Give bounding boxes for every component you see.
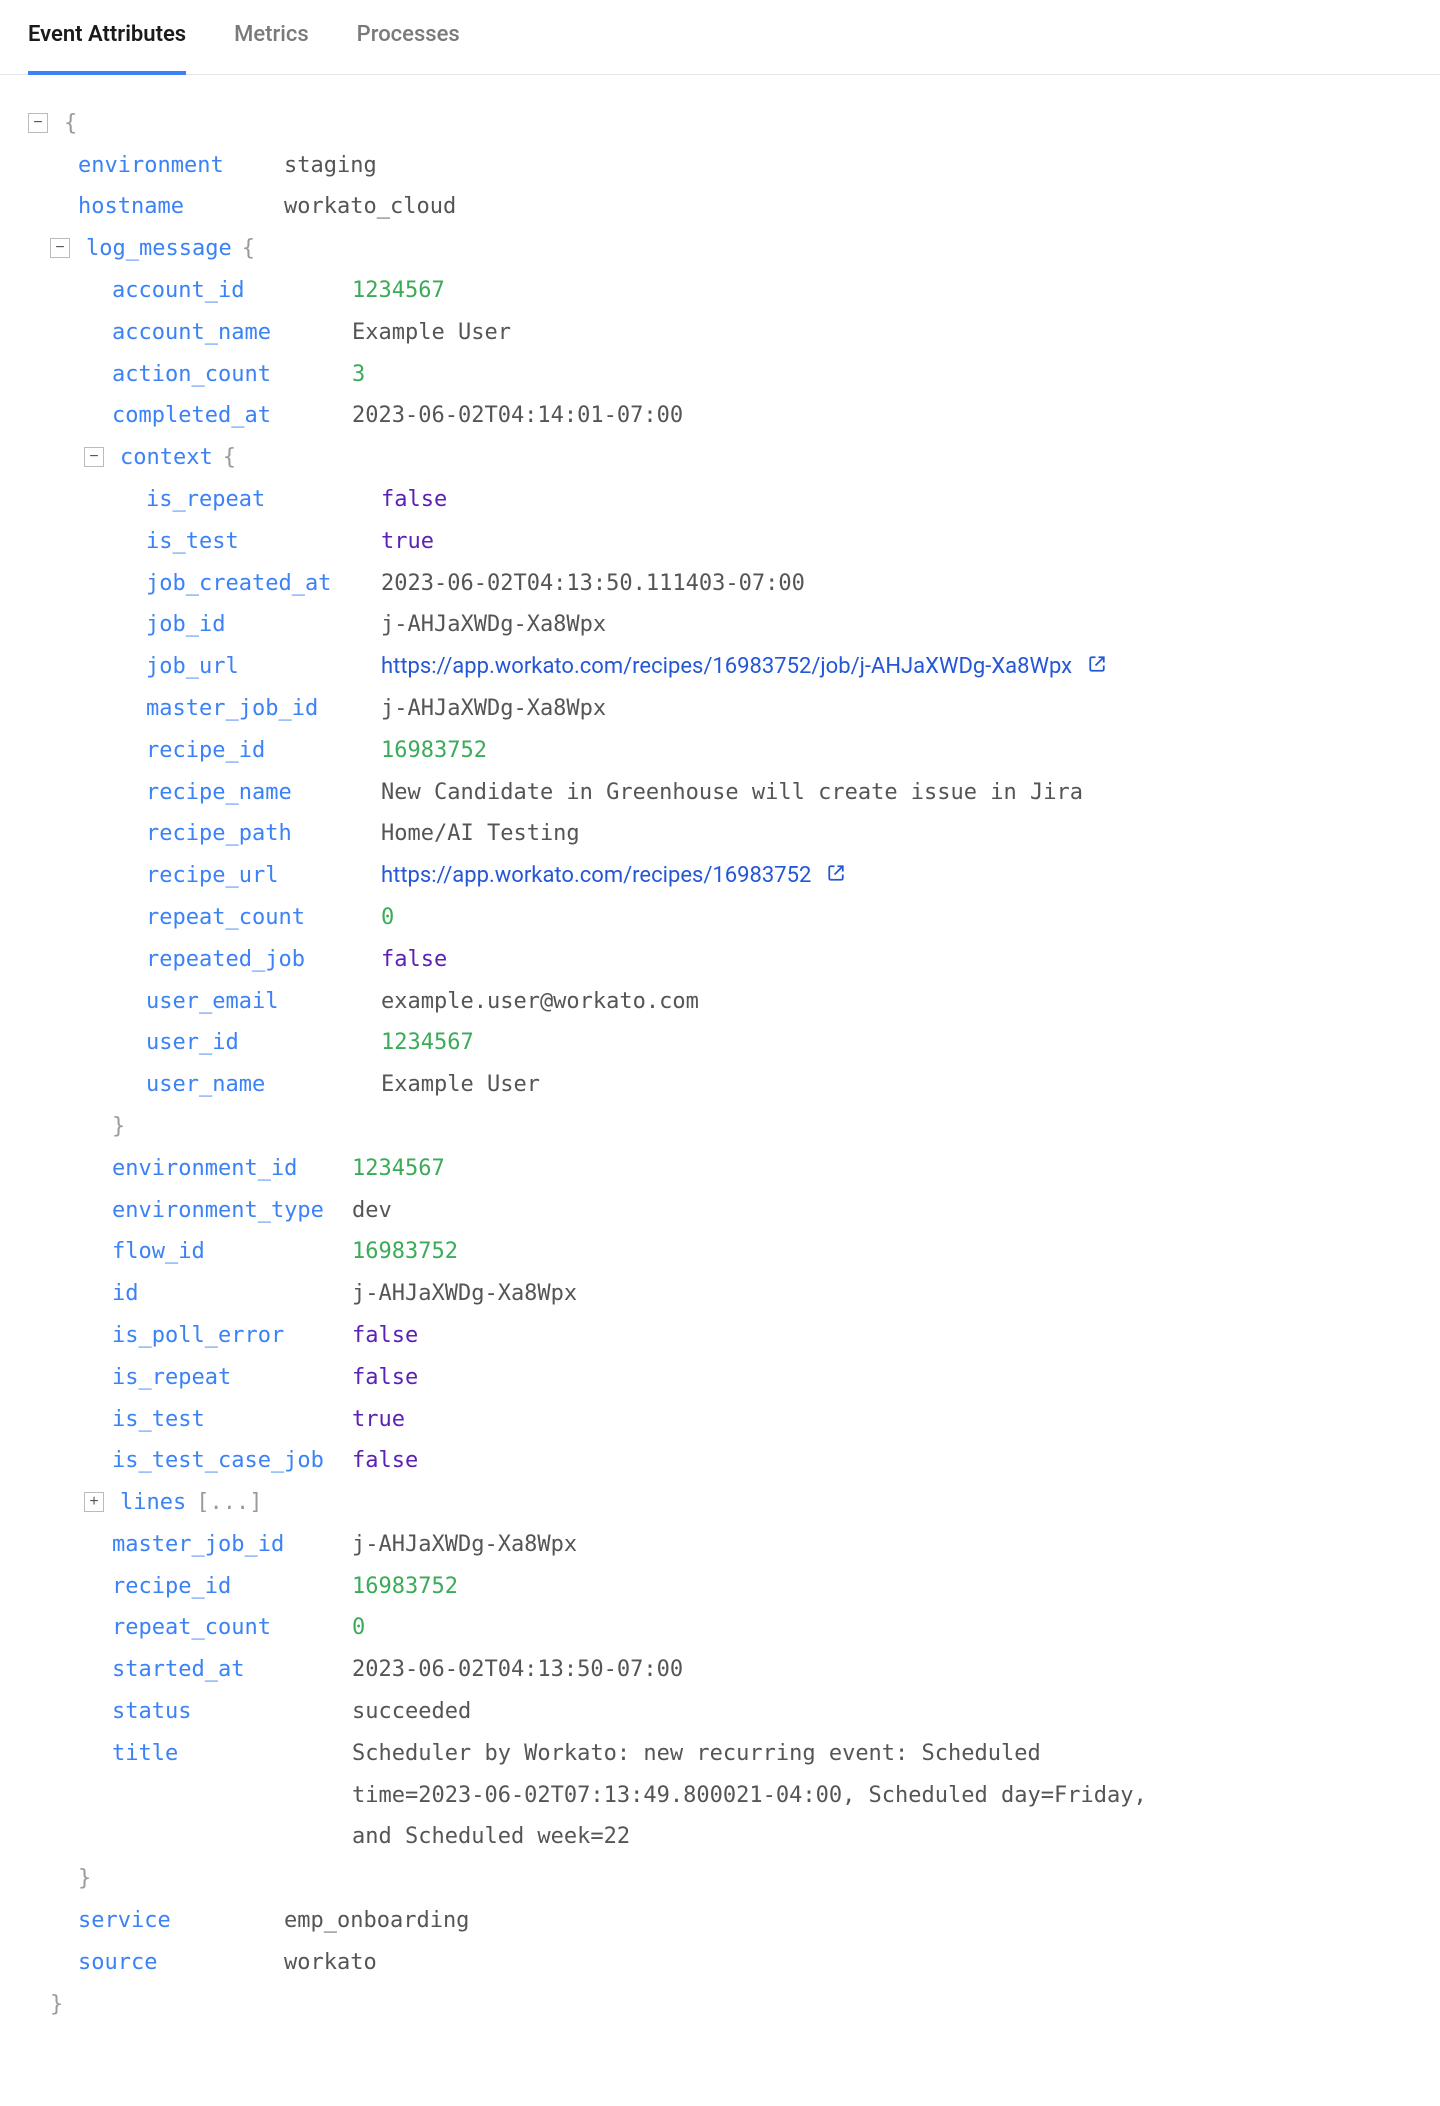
json-value[interactable]: Example User [381,1064,540,1106]
json-value[interactable]: 2023-06-02T04:13:50.111403-07:00 [381,563,805,605]
json-key[interactable]: is_repeat [112,1357,342,1399]
brace-open: { [242,228,255,270]
external-link-icon[interactable] [1088,646,1106,664]
json-value[interactable]: workato [284,1942,377,1984]
json-value[interactable]: Scheduler by Workato: new recurring even… [352,1733,1182,1858]
json-key[interactable]: lines [120,1482,186,1524]
collapse-icon[interactable]: − [50,238,70,258]
json-key[interactable]: account_name [112,312,342,354]
tab-metrics[interactable]: Metrics [234,0,309,74]
json-value[interactable]: true [381,521,434,563]
brace-close: } [112,1106,125,1148]
json-value[interactable]: staging [284,145,377,187]
json-key[interactable]: user_name [146,1064,371,1106]
json-key[interactable]: master_job_id [112,1524,342,1566]
json-key[interactable]: id [112,1273,342,1315]
json-key[interactable]: hostname [78,186,274,228]
json-value[interactable]: 2023-06-02T04:13:50-07:00 [352,1649,683,1691]
json-key[interactable]: recipe_path [146,813,371,855]
json-key[interactable]: is_test_case_job [112,1440,342,1482]
json-value[interactable]: 2023-06-02T04:14:01-07:00 [352,395,683,437]
json-value[interactable]: 16983752 [381,730,487,772]
json-key[interactable]: status [112,1691,342,1733]
json-value[interactable]: false [381,939,447,981]
json-key[interactable]: job_created_at [146,563,371,605]
recipe-url-link[interactable]: https://app.workato.com/recipes/16983752 [381,855,811,897]
json-value[interactable]: dev [352,1190,392,1232]
external-link-icon[interactable] [827,855,845,873]
json-value[interactable]: false [352,1357,418,1399]
json-key[interactable]: is_test [112,1399,342,1441]
json-key[interactable]: environment_type [112,1190,342,1232]
json-value[interactable]: workato_cloud [284,186,456,228]
brace-close: } [28,1984,63,2026]
json-key[interactable]: is_poll_error [112,1315,342,1357]
json-key[interactable]: repeated_job [146,939,371,981]
expand-icon[interactable]: + [84,1492,104,1512]
array-collapsed[interactable]: [...] [196,1482,262,1524]
brace-open: { [64,103,77,145]
json-key[interactable]: recipe_url [146,855,371,897]
json-value[interactable]: Example User [352,312,511,354]
json-key[interactable]: context [120,437,213,479]
json-key[interactable]: user_id [146,1022,371,1064]
json-value[interactable]: 1234567 [352,1148,445,1190]
json-key[interactable]: job_url [146,646,371,688]
json-key[interactable]: environment [78,145,274,187]
json-key[interactable]: is_test [146,521,371,563]
tabs-bar: Event Attributes Metrics Processes [0,0,1440,75]
json-key[interactable]: recipe_name [146,772,371,814]
tab-event-attributes[interactable]: Event Attributes [28,0,186,74]
json-key[interactable]: service [78,1900,274,1942]
json-value[interactable]: false [352,1440,418,1482]
job-url-link[interactable]: https://app.workato.com/recipes/16983752… [381,646,1072,688]
json-key[interactable]: repeat_count [112,1607,342,1649]
json-key[interactable]: user_email [146,981,371,1023]
collapse-icon[interactable]: − [28,113,48,133]
json-key[interactable]: completed_at [112,395,342,437]
json-value[interactable]: 16983752 [352,1231,458,1273]
json-value[interactable]: j-AHJaXWDg-Xa8Wpx [352,1273,577,1315]
collapse-icon[interactable]: − [84,447,104,467]
json-value[interactable]: false [381,479,447,521]
json-value[interactable]: true [352,1399,405,1441]
tab-processes[interactable]: Processes [357,0,460,74]
json-value[interactable]: 0 [381,897,394,939]
json-key[interactable]: action_count [112,354,342,396]
json-key[interactable]: title [112,1733,342,1775]
json-key[interactable]: is_repeat [146,479,371,521]
json-key[interactable]: started_at [112,1649,342,1691]
brace-close: } [78,1858,91,1900]
json-value[interactable]: j-AHJaXWDg-Xa8Wpx [352,1524,577,1566]
json-value[interactable]: 1234567 [381,1022,474,1064]
json-value[interactable]: emp_onboarding [284,1900,469,1942]
json-key[interactable]: recipe_id [146,730,371,772]
json-key[interactable]: master_job_id [146,688,371,730]
json-key[interactable]: recipe_id [112,1566,342,1608]
json-key[interactable]: account_id [112,270,342,312]
json-value[interactable]: false [352,1315,418,1357]
json-value[interactable]: 0 [352,1607,365,1649]
brace-open: { [223,437,236,479]
json-value[interactable]: 3 [352,354,365,396]
json-key[interactable]: log_message [86,228,232,270]
json-viewer: − { environment staging hostname workato… [0,75,1440,2066]
json-key[interactable]: source [78,1942,274,1984]
json-value[interactable]: Home/AI Testing [381,813,580,855]
json-key[interactable]: flow_id [112,1231,342,1273]
json-value[interactable]: j-AHJaXWDg-Xa8Wpx [381,604,606,646]
json-value[interactable]: New Candidate in Greenhouse will create … [381,772,1083,814]
json-value[interactable]: j-AHJaXWDg-Xa8Wpx [381,688,606,730]
json-value[interactable]: succeeded [352,1691,471,1733]
json-value[interactable]: example.user@workato.com [381,981,699,1023]
json-key[interactable]: job_id [146,604,371,646]
json-key[interactable]: environment_id [112,1148,342,1190]
json-value[interactable]: 16983752 [352,1566,458,1608]
json-value[interactable]: 1234567 [352,270,445,312]
json-key[interactable]: repeat_count [146,897,371,939]
